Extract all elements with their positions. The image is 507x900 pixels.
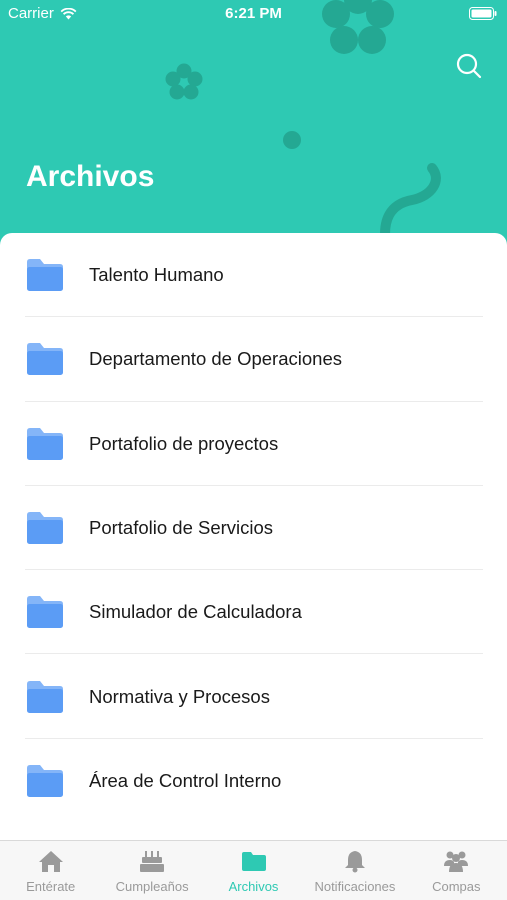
folder-item[interactable]: Normativa y Procesos <box>0 654 507 740</box>
folder-icon <box>25 341 65 377</box>
tab-home[interactable]: Entérate <box>0 841 101 900</box>
folder-icon <box>25 510 65 546</box>
tab-label: Cumpleaños <box>115 879 189 894</box>
folder-label: Área de Control Interno <box>89 769 282 791</box>
folder-icon <box>241 849 267 873</box>
folder-label: Portafolio de Servicios <box>89 517 274 539</box>
folder-item[interactable]: Portafolio de proyectos <box>0 402 507 487</box>
page-title: Archivos <box>26 160 155 193</box>
header: Carrier 6:21 PM Archivos <box>0 0 507 250</box>
folder-label: Simulador de Calculadora <box>89 601 302 623</box>
tab-birthday-cake[interactable]: Cumpleaños <box>101 841 202 900</box>
home-icon <box>38 849 64 873</box>
folder-icon <box>25 679 65 715</box>
folder-label: Departamento de Operaciones <box>89 348 342 370</box>
tab-people[interactable]: Compas <box>406 841 507 900</box>
birthday-cake-icon <box>139 849 165 873</box>
tab-label: Entérate <box>26 879 76 894</box>
battery-icon <box>469 7 497 20</box>
search-button[interactable] <box>455 52 483 80</box>
tab-label: Notificaciones <box>314 879 396 894</box>
people-icon <box>443 849 469 873</box>
folder-list-panel: Talento Humano Departamento de Operacione… <box>0 233 507 840</box>
folder-item[interactable]: Talento Humano <box>0 233 507 318</box>
folder-icon <box>25 257 65 293</box>
folder-item[interactable]: Portafolio de Servicios <box>0 486 507 571</box>
folder-icon <box>25 594 65 630</box>
folder-label: Normativa y Procesos <box>89 685 270 707</box>
folder-icon <box>25 763 65 799</box>
folder-label: Talento Humano <box>89 264 224 286</box>
folder-icon <box>25 426 65 462</box>
status-bar: Carrier 6:21 PM <box>0 0 507 28</box>
bell-icon <box>342 849 368 873</box>
flower-decoration-small <box>165 63 203 100</box>
tab-label: Compas <box>432 879 481 894</box>
search-icon <box>456 53 482 79</box>
tab-bell[interactable]: Notificaciones <box>304 841 405 900</box>
tab-folder[interactable]: Archivos <box>203 841 304 900</box>
tab-label: Archivos <box>228 879 279 894</box>
folder-list: Talento Humano Departamento de Operacione… <box>0 233 507 823</box>
folder-item[interactable]: Simulador de Calculadora <box>0 570 507 655</box>
status-time: 6:21 PM <box>225 5 282 22</box>
folder-item[interactable]: Departamento de Operaciones <box>0 317 507 402</box>
folder-label: Portafolio de proyectos <box>89 432 279 454</box>
folder-item[interactable]: Área de Control Interno <box>0 739 507 823</box>
tab-bar: Entérate Cumpleaños Archivos Notificaciones… <box>0 840 507 900</box>
dot-decoration <box>283 131 301 149</box>
